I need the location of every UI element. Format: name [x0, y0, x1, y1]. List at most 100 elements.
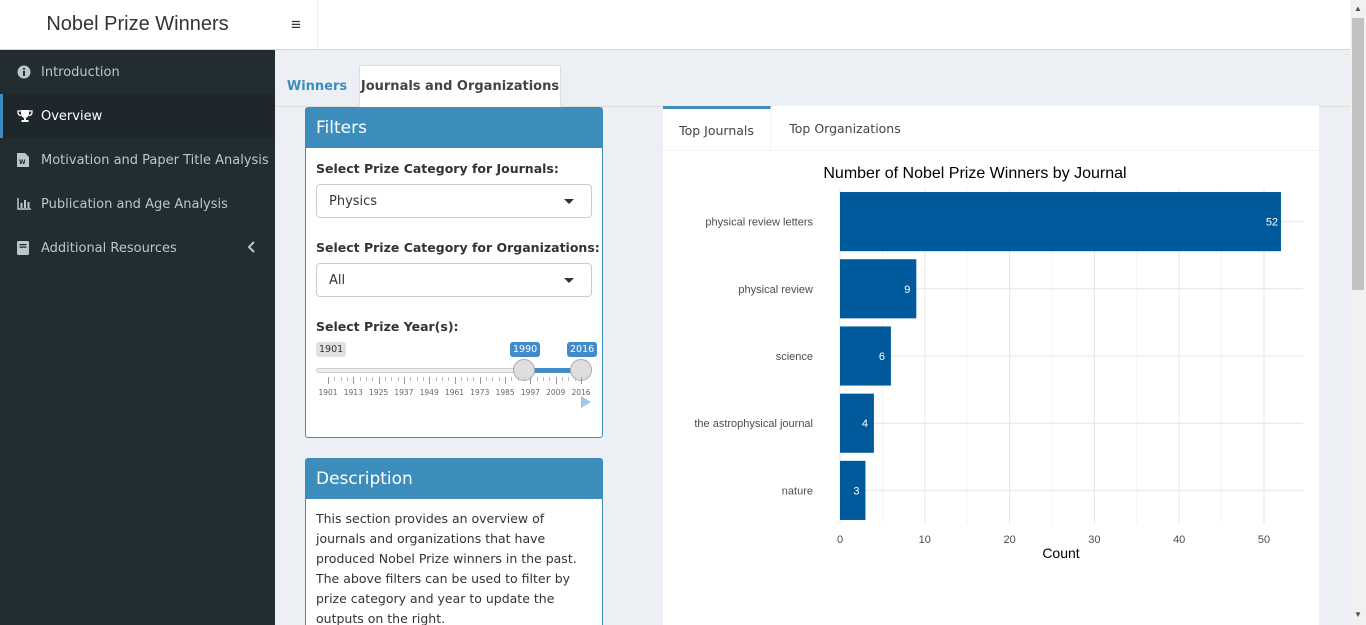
tab-winners[interactable]: Winners	[280, 65, 354, 107]
slider-minor-tick	[448, 377, 450, 381]
slider-tick	[454, 377, 456, 384]
chart-tab-box: Top Journals Top Organizations Number of…	[663, 106, 1319, 625]
slider-minor-tick	[372, 377, 374, 381]
x-tick-label: 10	[919, 534, 931, 546]
slider-minor-tick	[467, 377, 469, 381]
x-tick-label: 20	[1003, 534, 1015, 546]
trophy-icon	[17, 109, 41, 123]
caret-down-icon	[564, 199, 574, 204]
svg-text:W: W	[19, 159, 26, 166]
slider-minor-tick	[492, 377, 494, 381]
slider-tick	[530, 377, 532, 384]
tab-top-organizations[interactable]: Top Organizations	[771, 106, 919, 151]
slider-tick-label: 1937	[394, 388, 414, 397]
page-scrollbar[interactable]: ▲ ▼	[1350, 0, 1366, 625]
app-title[interactable]: Nobel Prize Winners	[0, 0, 275, 50]
chevron-left-icon	[247, 241, 255, 257]
slider-minor-tick	[359, 377, 361, 381]
sidebar-item-label: Overview	[41, 108, 103, 124]
x-tick-label: 50	[1258, 534, 1270, 546]
slider-tick-label: 1985	[495, 388, 515, 397]
sidebar-item-label: Introduction	[41, 64, 120, 80]
chart-bar	[840, 192, 1281, 252]
slider-minor-tick	[524, 377, 526, 381]
slider-minor-tick	[498, 377, 500, 381]
slider-tick	[555, 377, 557, 384]
slider-minor-tick	[536, 377, 538, 381]
y-tick-label: nature	[782, 485, 813, 497]
slider-minor-tick	[549, 377, 551, 381]
slider-tick	[581, 377, 582, 384]
slider-to-label: 2016	[567, 342, 598, 357]
x-axis-label: Count	[1042, 545, 1079, 561]
bar-data-label: 52	[1266, 217, 1278, 229]
x-tick-label: 30	[1088, 534, 1100, 546]
x-tick-label: 40	[1173, 534, 1185, 546]
slider-minor-tick	[422, 377, 424, 381]
sidebar-item-motivation[interactable]: W Motivation and Paper Title Analysis	[0, 138, 275, 182]
filters-title: Filters	[306, 108, 602, 148]
slider-tick-label: 1949	[419, 388, 439, 397]
sidebar-item-publication[interactable]: Publication and Age Analysis	[0, 182, 275, 226]
slider-tick	[378, 377, 380, 384]
filters-box: Filters Select Prize Category for Journa…	[305, 107, 603, 438]
org-category-value: All	[329, 272, 346, 288]
slider-min-label: 1901	[316, 342, 347, 357]
tab-journals-organizations[interactable]: Journals and Organizations	[359, 65, 561, 107]
slider-minor-tick	[416, 377, 418, 381]
org-category-label: Select Prize Category for Organizations:	[316, 240, 600, 255]
journal-bar-chart: Number of Nobel Prize Winners by Journal…	[694, 165, 1303, 561]
info-circle-icon	[17, 65, 41, 79]
slider-tick	[328, 377, 329, 384]
scroll-down-icon[interactable]: ▼	[1354, 610, 1362, 619]
year-range-label: Select Prize Year(s):	[316, 319, 459, 334]
bar-chart-icon	[17, 198, 41, 210]
bar-data-label: 9	[904, 284, 910, 296]
org-category-select[interactable]: All	[316, 263, 592, 297]
sidebar-item-introduction[interactable]: Introduction	[0, 50, 275, 94]
description-title: Description	[306, 459, 602, 499]
top-navbar: ≡	[275, 0, 1350, 50]
scrollbar-thumb[interactable]	[1352, 18, 1364, 290]
slider-tick-label: 2009	[546, 388, 566, 397]
slider-tick-label: 1961	[444, 388, 465, 397]
sidebar-item-label: Publication and Age Analysis	[41, 196, 228, 212]
scroll-up-icon[interactable]: ▲	[1354, 4, 1362, 13]
slider-minor-tick	[441, 377, 443, 381]
journal-category-value: Physics	[329, 193, 378, 209]
bar-data-label: 3	[853, 485, 859, 497]
slider-tick	[353, 377, 355, 384]
slider-minor-tick	[517, 377, 519, 381]
sidebar-item-overview[interactable]: Overview	[0, 94, 275, 138]
slider-minor-tick	[511, 377, 513, 381]
slider-minor-tick	[346, 377, 348, 381]
slider-tick-label: 1925	[369, 388, 389, 397]
chart-title: Number of Nobel Prize Winners by Journal	[823, 165, 1126, 182]
slider-minor-tick	[543, 377, 545, 381]
slider-tick-label: 1997	[520, 388, 540, 397]
sidebar-item-label: Motivation and Paper Title Analysis	[41, 152, 269, 168]
slider-minor-tick	[486, 377, 488, 381]
word-file-icon: W	[17, 153, 41, 167]
slider-minor-tick	[460, 377, 462, 381]
description-text: This section provides an overview of jou…	[316, 511, 577, 625]
slider-tick-label: 1973	[470, 388, 490, 397]
slider-minor-tick	[435, 377, 437, 381]
slider-tick	[505, 377, 507, 384]
sidebar-item-label: Additional Resources	[41, 240, 177, 256]
slider-tick	[429, 377, 431, 384]
y-tick-label: science	[776, 351, 813, 363]
play-icon[interactable]	[581, 396, 591, 408]
tab-top-journals[interactable]: Top Journals	[663, 106, 771, 151]
slider-minor-tick	[410, 377, 412, 381]
x-tick-label: 0	[837, 534, 843, 546]
slider-minor-tick	[340, 377, 342, 381]
sidebar-item-additional-resources[interactable]: Additional Resources	[0, 226, 275, 270]
sidebar-toggle-button[interactable]: ≡	[275, 0, 318, 50]
slider-minor-tick	[568, 377, 570, 381]
slider-minor-tick	[562, 377, 564, 381]
journal-category-select[interactable]: Physics	[316, 184, 592, 218]
main-tabs: Winners Journals and Organizations	[275, 64, 1350, 107]
y-tick-label: physical review	[738, 284, 813, 296]
slider-minor-tick	[334, 377, 336, 381]
